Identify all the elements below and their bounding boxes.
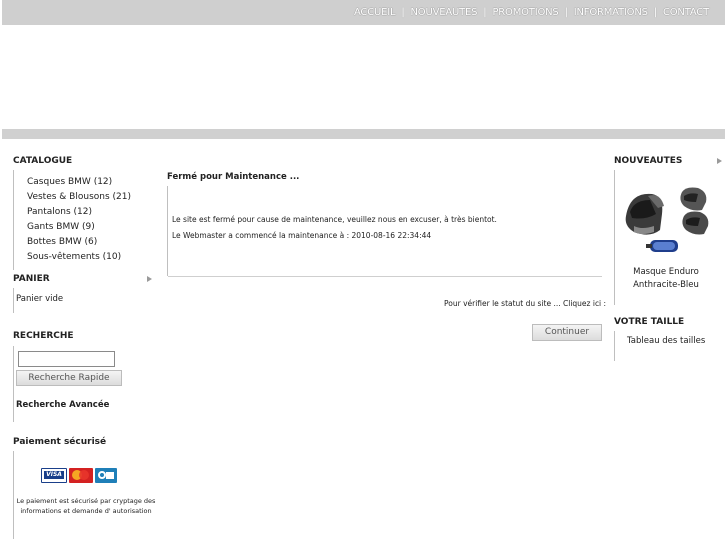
size-chart-link[interactable]: Tableau des tailles — [627, 336, 705, 346]
nav-separator: | — [483, 7, 487, 18]
advanced-search-link[interactable]: Recherche Avancée — [16, 400, 109, 410]
cart-title: PANIER — [13, 274, 50, 284]
goggles-icon — [646, 240, 678, 252]
product-image[interactable] — [620, 186, 712, 256]
search-input[interactable] — [18, 351, 115, 367]
quick-search-button[interactable]: Recherche Rapide — [16, 370, 122, 386]
catalogue-item-gants[interactable]: Gants BMW (9) — [27, 220, 131, 235]
search-border — [13, 346, 14, 422]
payment-border — [13, 451, 14, 539]
status-check-text[interactable]: Pour vérifier le statut du site ... Cliq… — [444, 299, 606, 308]
catalogue-list: Casques BMW (12) Vestes & Blousons (21) … — [27, 175, 131, 265]
maintenance-border — [167, 186, 168, 276]
nav-link-contact[interactable]: CONTACT — [663, 7, 709, 18]
helmet-icon — [625, 193, 664, 235]
top-nav: ACCUEIL | NOUVEAUTES | PROMOTIONS | INFO… — [354, 7, 709, 18]
catalogue-item-bottes[interactable]: Bottes BMW (6) — [27, 235, 131, 250]
size-border — [614, 331, 615, 361]
visa-label: VISA — [44, 471, 64, 479]
catalogue-item-vestes[interactable]: Vestes & Blousons (21) — [27, 190, 131, 205]
visa-card-icon: VISA — [41, 468, 67, 483]
catalogue-item-pantalons[interactable]: Pantalons (12) — [27, 205, 131, 220]
cart-empty-text: Panier vide — [16, 294, 64, 304]
payment-note: Le paiement est sécurisé par cryptage de… — [16, 497, 156, 515]
catalogue-item-casques[interactable]: Casques BMW (12) — [27, 175, 131, 190]
size-title: VOTRE TAILLE — [614, 317, 685, 327]
top-nav-bar: ACCUEIL | NOUVEAUTES | PROMOTIONS | INFO… — [2, 0, 725, 25]
catalogue-border — [13, 170, 14, 270]
new-products-title: NOUVEAUTES — [614, 156, 683, 166]
new-products-arrow-icon[interactable] — [717, 158, 722, 164]
nav-link-accueil[interactable]: ACCUEIL — [354, 7, 396, 18]
mastercard-icon — [69, 468, 93, 483]
maintenance-start-time: Le Webmaster a commencé la maintenance à… — [172, 231, 432, 240]
maintenance-title: Fermé pour Maintenance ... — [167, 172, 300, 182]
cb-card-icon — [95, 468, 117, 483]
product-name-link[interactable]: Masque Enduro Anthracite-Bleu — [614, 266, 718, 292]
header-divider-bar — [2, 129, 725, 139]
search-title: RECHERCHE — [13, 331, 74, 341]
cart-arrow-icon[interactable] — [147, 276, 152, 282]
nav-link-nouveautes[interactable]: NOUVEAUTES — [411, 7, 478, 18]
payment-title: Paiement sécurisé — [13, 437, 107, 447]
nav-link-informations[interactable]: INFORMATIONS — [574, 7, 648, 18]
nav-separator: | — [653, 7, 657, 18]
nav-separator: | — [564, 7, 568, 18]
catalogue-item-sous-vetements[interactable]: Sous-vêtements (10) — [27, 250, 131, 265]
nav-separator: | — [401, 7, 405, 18]
cart-border — [13, 288, 14, 313]
maintenance-divider — [168, 276, 602, 277]
nav-link-promotions[interactable]: PROMOTIONS — [492, 7, 558, 18]
maintenance-message: Le site est fermé pour cause de maintena… — [172, 215, 497, 224]
helmet-small-icon — [680, 187, 709, 235]
catalogue-title: CATALOGUE — [13, 156, 73, 166]
continue-button[interactable]: Continuer — [532, 324, 602, 341]
